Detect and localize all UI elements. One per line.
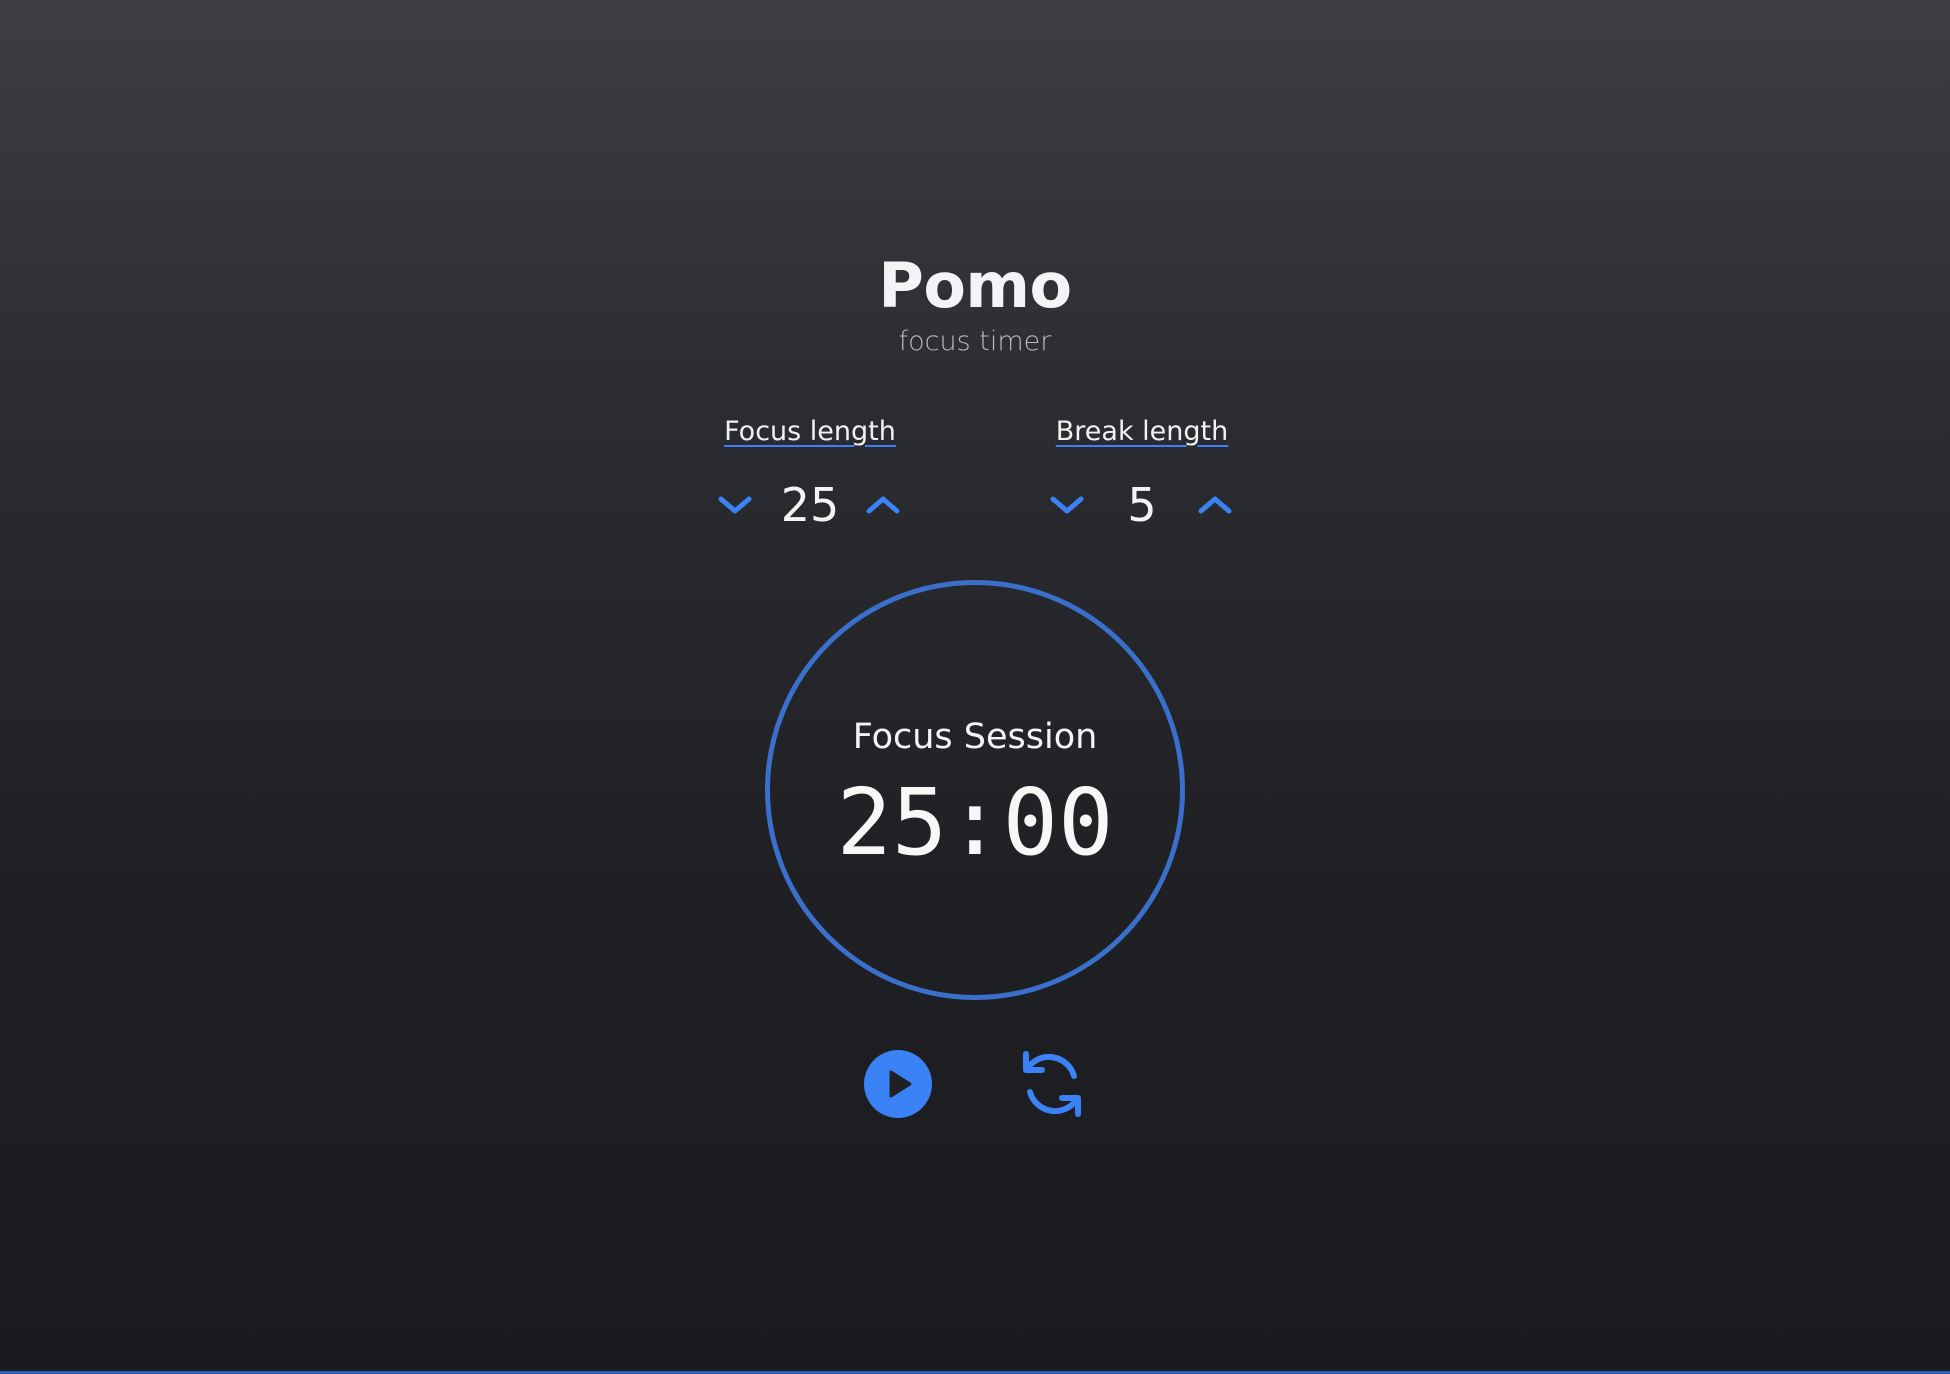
timer-dial: Focus Session 25:00: [765, 580, 1185, 1000]
chevron-down-icon: [1050, 496, 1084, 514]
focus-length-setting: Focus length 25: [690, 412, 930, 535]
focus-increment-button[interactable]: [863, 485, 903, 525]
break-length-stepper: 5: [1022, 475, 1262, 535]
focus-length-stepper: 25: [690, 475, 930, 535]
chevron-up-icon: [866, 496, 900, 514]
session-label: Focus Session: [852, 717, 1098, 757]
play-circle-icon: [864, 1050, 932, 1118]
break-decrement-button[interactable]: [1047, 485, 1087, 525]
app-title: Pomo: [878, 249, 1072, 322]
break-length-label[interactable]: Break length: [1022, 412, 1262, 452]
focus-decrement-button[interactable]: [715, 485, 755, 525]
break-length-setting: Break length 5: [1022, 412, 1262, 535]
break-length-value: 5: [1127, 478, 1157, 532]
focus-length-label[interactable]: Focus length: [690, 412, 930, 452]
pomodoro-app: Pomo focus timer Focus length 25 Break l…: [0, 0, 1950, 1374]
chevron-up-icon: [1198, 496, 1232, 514]
break-increment-button[interactable]: [1195, 485, 1235, 525]
reset-button[interactable]: [1018, 1048, 1086, 1120]
focus-length-value: 25: [780, 478, 840, 532]
app-subtitle: focus timer: [898, 326, 1052, 357]
refresh-icon: [1023, 1051, 1081, 1117]
time-remaining: 25:00: [836, 769, 1114, 876]
play-button[interactable]: [864, 1050, 932, 1118]
chevron-down-icon: [718, 496, 752, 514]
